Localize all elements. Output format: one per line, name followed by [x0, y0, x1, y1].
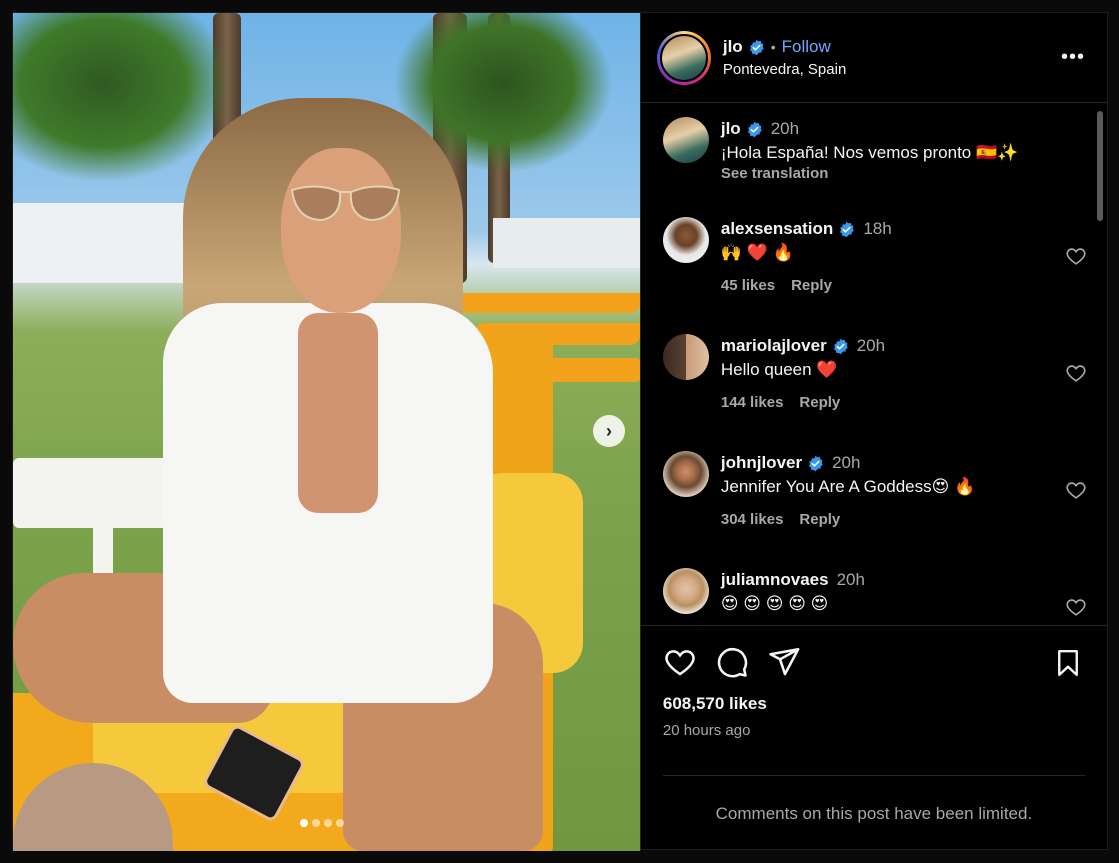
- next-image-button[interactable]: ›: [593, 415, 625, 447]
- post-timestamp[interactable]: 20 hours ago: [663, 722, 1091, 739]
- caption-time: 20h: [770, 119, 800, 138]
- comments-limited-notice: Comments on this post have been limited.: [662, 775, 1085, 851]
- comment-time: 20h: [836, 570, 865, 589]
- scrollbar[interactable]: [1097, 111, 1103, 221]
- reply-button[interactable]: Reply: [791, 277, 832, 294]
- like-comment-heart-icon[interactable]: [1065, 362, 1087, 384]
- reply-button[interactable]: Reply: [799, 394, 840, 411]
- verified-badge-icon: [809, 455, 823, 471]
- commenter-username[interactable]: mariolajlover: [721, 336, 827, 356]
- comment-text: 🙌 ❤️ 🔥: [720, 243, 794, 262]
- comments-list[interactable]: jlo 20h ¡Hola España! Nos vemos pronto 🇪…: [641, 103, 1107, 625]
- caption-avatar[interactable]: [662, 117, 709, 163]
- commenter-avatar[interactable]: [662, 217, 709, 263]
- like-comment-heart-icon[interactable]: [1065, 245, 1087, 267]
- commenter-avatar[interactable]: [662, 334, 709, 380]
- carousel-indicator: [300, 819, 344, 827]
- comment-text: 😍 😍 😍 😍 😍: [720, 594, 829, 613]
- follow-button[interactable]: Follow: [782, 37, 831, 57]
- comment-time: 18h: [863, 219, 892, 238]
- comment-item: alexsensation 18h 🙌 ❤️ 🔥 45 likes Reply: [662, 217, 1091, 334]
- commenter-avatar[interactable]: [662, 568, 709, 614]
- commenter-username[interactable]: juliamnovaes: [721, 570, 829, 590]
- building: [493, 218, 640, 268]
- comment-likes[interactable]: 45 likes: [721, 277, 775, 294]
- post-location[interactable]: Pontevedra, Spain: [723, 61, 846, 78]
- like-comment-heart-icon[interactable]: [1065, 479, 1087, 501]
- comment-time: 20h: [856, 336, 886, 355]
- post-image[interactable]: ›: [13, 13, 640, 851]
- comment-item: juliamnovaes 20h 😍 😍 😍 😍 😍: [662, 568, 1091, 625]
- see-translation-link[interactable]: See translation: [721, 165, 1018, 182]
- carousel-dot: [324, 819, 332, 827]
- carousel-dot: [336, 819, 344, 827]
- comment-likes[interactable]: 304 likes: [721, 511, 784, 528]
- reply-button[interactable]: Reply: [799, 511, 840, 528]
- carousel-dot: [312, 819, 320, 827]
- like-heart-icon[interactable]: [663, 645, 697, 679]
- commenter-avatar[interactable]: [662, 451, 709, 497]
- verified-badge-icon: [840, 221, 855, 237]
- verified-badge-icon: [747, 121, 762, 137]
- lounger: [449, 293, 640, 313]
- like-comment-heart-icon[interactable]: [1065, 596, 1087, 618]
- caption: jlo 20h ¡Hola España! Nos vemos pronto 🇪…: [662, 117, 1091, 217]
- comment-text: Hello queen ❤️: [720, 360, 838, 379]
- comment-likes[interactable]: 144 likes: [721, 394, 784, 411]
- verified-badge-icon: [749, 39, 764, 55]
- comment-time: 20h: [832, 453, 861, 472]
- verified-badge-icon: [833, 338, 848, 354]
- save-bookmark-icon[interactable]: [1053, 646, 1083, 680]
- post-modal: › jlo • Follow Pontevedra, Spain ••• jlo…: [12, 12, 1108, 851]
- torso: [298, 313, 378, 513]
- caption-text: ¡Hola España! Nos vemos pronto 🇪🇸✨: [720, 143, 1019, 162]
- post-header: jlo • Follow Pontevedra, Spain •••: [640, 13, 1107, 103]
- commenter-username[interactable]: johnjlover: [721, 453, 802, 473]
- post-actions: 608,570 likes 20 hours ago: [640, 625, 1107, 775]
- comment-item: mariolajlover 20h Hello queen ❤️ 144 lik…: [662, 334, 1091, 451]
- face: [281, 148, 401, 313]
- commenter-username[interactable]: alexsensation: [721, 219, 833, 239]
- post-side-panel: jlo • Follow Pontevedra, Spain ••• jlo 2: [639, 13, 1107, 851]
- more-options-icon[interactable]: •••: [1061, 46, 1085, 69]
- building: [13, 203, 203, 283]
- comment-bubble-icon[interactable]: [715, 645, 749, 679]
- author-username[interactable]: jlo: [723, 37, 743, 57]
- carousel-dot: [300, 819, 308, 827]
- caption-username[interactable]: jlo: [721, 119, 741, 139]
- share-paper-plane-icon[interactable]: [767, 645, 801, 679]
- post-likes-count[interactable]: 608,570 likes: [663, 694, 1091, 714]
- author-avatar[interactable]: [656, 30, 711, 85]
- separator: •: [770, 39, 776, 55]
- comment-item: johnjlover 20h Jennifer You Are A Goddes…: [662, 451, 1091, 568]
- sunglasses: [290, 185, 401, 222]
- comment-text: Jennifer You Are A Goddess😍 🔥: [720, 477, 976, 496]
- side-table: [13, 458, 168, 528]
